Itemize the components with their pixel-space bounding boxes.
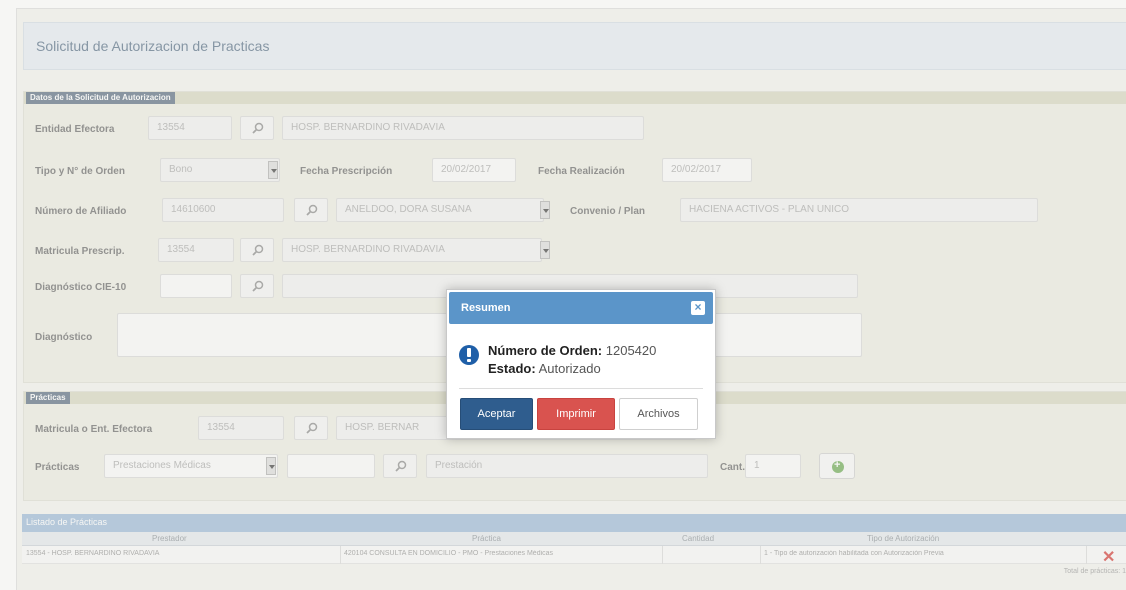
info-icon (459, 345, 479, 365)
close-icon[interactable]: × (691, 301, 705, 315)
estado-label: Estado: (488, 361, 536, 376)
resumen-dialog: Resumen × Número de Orden: 1205420 Estad… (446, 289, 716, 439)
dialog-title: Resumen (461, 302, 511, 314)
files-button[interactable]: Archivos (619, 398, 698, 430)
orden-number-label: Número de Orden: (488, 343, 603, 358)
dialog-header: Resumen × (449, 292, 713, 324)
orden-line: Número de Orden: 1205420 (488, 343, 656, 358)
estado-value: Autorizado (538, 361, 601, 376)
estado-line: Estado: Autorizado (488, 361, 601, 376)
orden-number-value: 1205420 (605, 343, 657, 358)
print-button[interactable]: Imprimir (537, 398, 615, 430)
accept-button[interactable]: Aceptar (460, 398, 533, 430)
